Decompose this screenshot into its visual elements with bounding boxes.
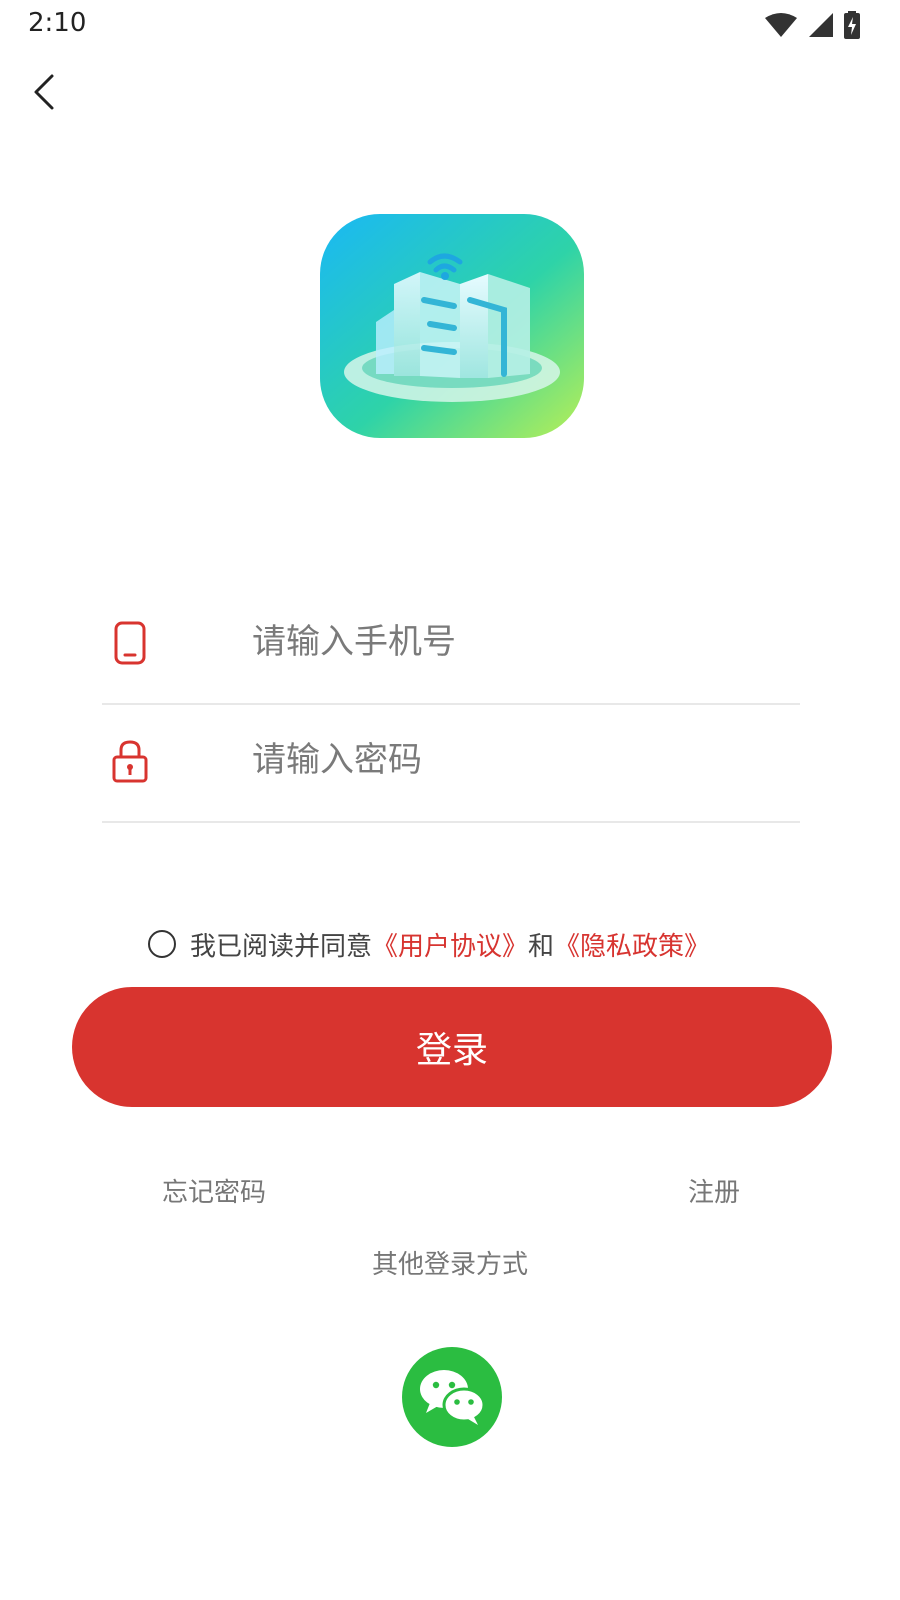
app-logo — [320, 214, 584, 438]
wechat-login-button[interactable] — [402, 1347, 502, 1447]
password-input[interactable] — [252, 725, 782, 795]
phone-input[interactable] — [252, 607, 782, 677]
signal-icon — [809, 13, 833, 37]
wechat-icon — [420, 1370, 486, 1425]
phone-field-row — [102, 585, 800, 705]
agreement-checkbox[interactable] — [148, 930, 176, 958]
password-field-row — [102, 703, 800, 823]
agreement-row: 我已阅读并同意 《用户协议》 和 《隐私政策》 — [148, 924, 710, 964]
lock-icon — [112, 740, 148, 783]
back-button[interactable] — [22, 68, 66, 116]
wifi-icon — [765, 13, 797, 37]
agreement-prefix: 我已阅读并同意 — [190, 931, 373, 962]
phone-icon — [114, 621, 146, 665]
battery-charging-icon — [844, 11, 860, 39]
login-screen: 2:10 请输入手机号 我已阅读并同意 《用户协议》 和 《隐私政策》 登录 忘… — [0, 0, 900, 1600]
login-button[interactable]: 登录 — [72, 987, 832, 1107]
forgot-password-link[interactable]: 忘记密码 — [162, 1172, 266, 1209]
user-agreement-link[interactable]: 《用户协议》 — [372, 926, 528, 963]
register-link[interactable]: 注册 — [688, 1172, 740, 1209]
status-time: 2:10 — [28, 8, 87, 38]
status-bar: 2:10 — [0, 0, 900, 50]
privacy-policy-link[interactable]: 《隐私政策》 — [554, 926, 710, 963]
other-login-label: 其他登录方式 — [371, 1250, 528, 1280]
chevron-left-icon — [34, 74, 54, 110]
status-icons — [764, 10, 860, 40]
agreement-conjunction: 和 — [528, 931, 555, 962]
